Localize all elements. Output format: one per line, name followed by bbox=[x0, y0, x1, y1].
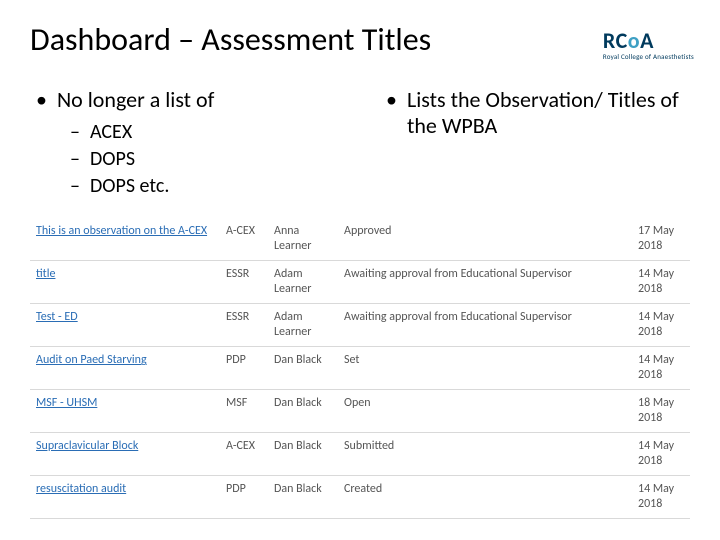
assessment-date: 17 May 2018 bbox=[632, 218, 690, 261]
assessment-date: 14 May 2018 bbox=[632, 476, 690, 519]
table-row: This is an observation on the A-CEXA-CEX… bbox=[30, 218, 690, 261]
assessment-person: Adam Learner bbox=[268, 261, 338, 304]
logo-text: RCoA bbox=[603, 30, 694, 52]
table-row: MSF - UHSMMSFDan BlackOpen18 May 2018 bbox=[30, 390, 690, 433]
assessment-person: Dan Black bbox=[268, 347, 338, 390]
assessment-type: ESSR bbox=[220, 261, 268, 304]
assessment-date: 14 May 2018 bbox=[632, 304, 690, 347]
assessment-date: 18 May 2018 bbox=[632, 390, 690, 433]
sub-item: ACEX bbox=[70, 119, 340, 146]
assessment-type: A-CEX bbox=[220, 433, 268, 476]
logo-subtitle: Royal College of Anaesthetists bbox=[603, 52, 694, 61]
assessment-title-link[interactable]: Test - ED bbox=[30, 304, 220, 347]
assessment-title-link[interactable]: Supraclavicular Block bbox=[30, 433, 220, 476]
assessment-title-link[interactable]: MSF - UHSM bbox=[30, 390, 220, 433]
assessment-title-link[interactable]: title bbox=[30, 261, 220, 304]
page-title: Dashboard – Assessment Titles bbox=[30, 20, 690, 59]
assessment-person: Dan Black bbox=[268, 390, 338, 433]
assessment-date: 14 May 2018 bbox=[632, 347, 690, 390]
assessment-title-link[interactable]: resuscitation audit bbox=[30, 476, 220, 519]
assessment-status: Open bbox=[338, 390, 632, 433]
assessment-title-link[interactable]: This is an observation on the A-CEX bbox=[30, 218, 220, 261]
left-heading: No longer a list of bbox=[36, 87, 340, 113]
assessment-status: Created bbox=[338, 476, 632, 519]
assessment-status: Submitted bbox=[338, 433, 632, 476]
table-row: Supraclavicular BlockA-CEXDan BlackSubmi… bbox=[30, 433, 690, 476]
assessment-type: PDP bbox=[220, 476, 268, 519]
sub-item: DOPS bbox=[70, 146, 340, 173]
rcoa-logo: RCoA Royal College of Anaesthetists bbox=[603, 30, 694, 61]
left-column: No longer a list of ACEX DOPS DOPS etc. bbox=[30, 87, 340, 200]
assessment-table: This is an observation on the A-CEXA-CEX… bbox=[30, 218, 690, 519]
assessment-type: A-CEX bbox=[220, 218, 268, 261]
table-row: Test - EDESSRAdam LearnerAwaiting approv… bbox=[30, 304, 690, 347]
sub-item: DOPS etc. bbox=[70, 173, 340, 200]
right-heading: Lists the Observation/ Titles of the WPB… bbox=[386, 87, 690, 140]
assessment-title-link[interactable]: Audit on Paed Starving bbox=[30, 347, 220, 390]
right-column: Lists the Observation/ Titles of the WPB… bbox=[380, 87, 690, 200]
assessment-status: Set bbox=[338, 347, 632, 390]
assessment-person: Anna Learner bbox=[268, 218, 338, 261]
assessment-type: PDP bbox=[220, 347, 268, 390]
assessment-person: Dan Black bbox=[268, 433, 338, 476]
bullet-columns: No longer a list of ACEX DOPS DOPS etc. … bbox=[30, 87, 690, 200]
assessment-date: 14 May 2018 bbox=[632, 261, 690, 304]
assessment-type: MSF bbox=[220, 390, 268, 433]
assessment-status: Approved bbox=[338, 218, 632, 261]
table-row: titleESSRAdam LearnerAwaiting approval f… bbox=[30, 261, 690, 304]
assessment-type: ESSR bbox=[220, 304, 268, 347]
assessment-date: 14 May 2018 bbox=[632, 433, 690, 476]
table-row: resuscitation auditPDPDan BlackCreated14… bbox=[30, 476, 690, 519]
left-sublist: ACEX DOPS DOPS etc. bbox=[70, 119, 340, 200]
assessment-person: Adam Learner bbox=[268, 304, 338, 347]
assessment-person: Dan Black bbox=[268, 476, 338, 519]
assessment-status: Awaiting approval from Educational Super… bbox=[338, 261, 632, 304]
assessment-status: Awaiting approval from Educational Super… bbox=[338, 304, 632, 347]
table-row: Audit on Paed StarvingPDPDan BlackSet14 … bbox=[30, 347, 690, 390]
